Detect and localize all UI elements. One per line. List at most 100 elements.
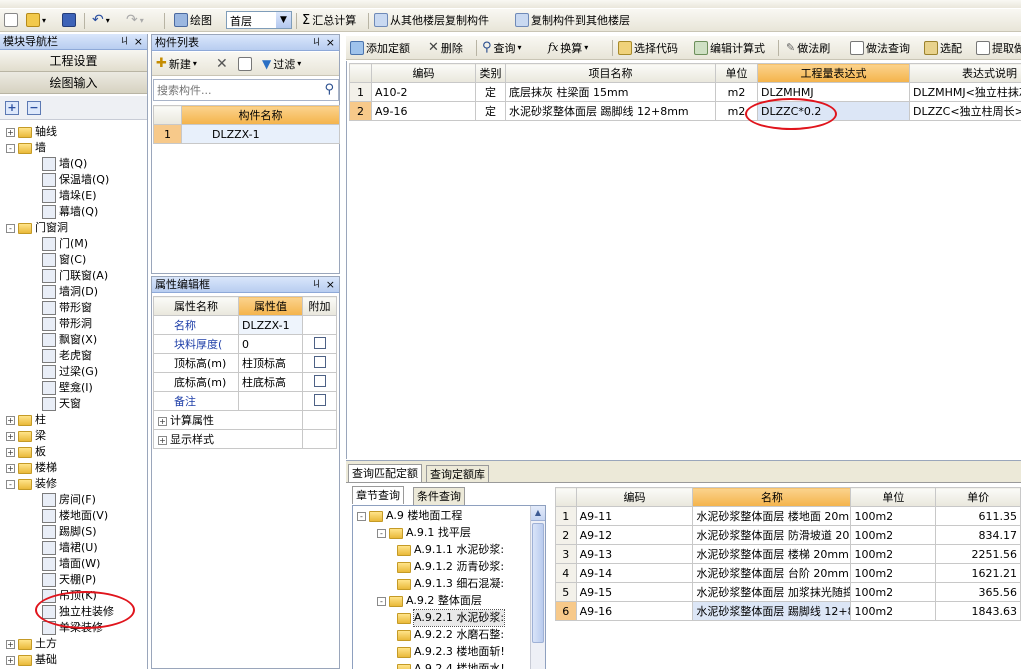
expand-icon[interactable]: + <box>6 463 15 473</box>
edit-formula-button[interactable]: 编辑计算式 <box>694 36 765 59</box>
collapse-icon[interactable]: - <box>6 479 15 489</box>
unit-cell[interactable]: 100m2 <box>850 582 937 602</box>
table-row[interactable]: 2A9-12水泥砂浆整体面层 防滑坡道 20mm100m2834.17 <box>555 525 1021 545</box>
pin-icon[interactable]: ㄐ <box>312 35 321 51</box>
table-row[interactable]: 5A9-15水泥砂浆整体面层 加浆抹光随捣随抹 5mm100m2365.56 <box>555 582 1021 602</box>
nav-tree-item[interactable]: 飘窗(X) <box>42 332 97 348</box>
search-icon[interactable]: ⚲ <box>324 82 334 97</box>
nav-tree-item[interactable]: 踢脚(S) <box>42 524 97 540</box>
name-cell[interactable]: 水泥砂浆整体面层 踢脚线 12+8mm <box>692 601 852 621</box>
copy-from-floor-button[interactable]: 从其他楼层复制构件 <box>374 9 489 31</box>
collapse-all-icon[interactable]: − <box>27 101 41 115</box>
nav-tree-item[interactable]: 墙垛(E) <box>42 188 97 204</box>
tab-condition-query[interactable]: 条件查询 <box>413 487 465 505</box>
nav-tree-item[interactable]: 带形洞 <box>42 316 92 332</box>
nav-tree-item[interactable]: + 柱 <box>6 412 46 428</box>
close-icon[interactable]: × <box>326 277 335 293</box>
property-value[interactable] <box>238 391 303 411</box>
nav-tree-item[interactable]: + 梁 <box>6 428 46 444</box>
nav-tree-item[interactable]: 窗(C) <box>42 252 86 268</box>
table-row[interactable]: 1 DLZZX-1 <box>153 124 340 144</box>
property-value[interactable]: DLZZX-1 <box>238 315 303 335</box>
price-cell[interactable]: 2251.56 <box>935 544 1021 564</box>
undo-button[interactable]: ↶ ▾ <box>92 9 110 31</box>
name-cell[interactable]: 水泥砂浆整体面层 楼梯 20mm <box>692 544 852 564</box>
property-row-bottom-elevation[interactable]: 底标高(m) 柱底标高 <box>153 372 337 392</box>
expand-icon[interactable]: + <box>6 447 15 457</box>
unit-cell[interactable]: 100m2 <box>850 563 937 583</box>
extract-method-button[interactable]: 提取做 <box>976 36 1021 59</box>
chapter-tree-item[interactable]: - A.9 楼地面工程 <box>357 508 462 524</box>
property-value[interactable]: 0 <box>238 334 303 354</box>
property-extra[interactable] <box>302 353 337 373</box>
pin-icon[interactable]: ㄐ <box>312 277 321 293</box>
chapter-tree-item[interactable]: A.9.2.3 楼地面斩! <box>397 644 505 660</box>
redo-button[interactable]: ↷ ▾ <box>126 9 144 31</box>
nav-tree-item[interactable]: + 土方 <box>6 636 57 652</box>
method-brush-button[interactable]: ✎ 做法刷 <box>786 36 830 59</box>
unit-cell[interactable]: 100m2 <box>850 601 937 621</box>
nav-tree-item[interactable]: 过梁(G) <box>42 364 98 380</box>
scroll-thumb[interactable] <box>532 523 544 643</box>
expand-icon[interactable]: + <box>6 431 15 441</box>
chapter-tree-item[interactable]: A.9.1.3 细石混凝: <box>397 576 504 592</box>
delete-quota-button[interactable]: ✕ 删除 <box>428 36 463 59</box>
price-cell[interactable]: 611.35 <box>935 506 1021 526</box>
nav-tree-item[interactable]: 墙洞(D) <box>42 284 98 300</box>
code-cell[interactable]: A9-13 <box>575 544 694 564</box>
collapse-icon[interactable]: - <box>377 596 386 606</box>
select-match-button[interactable]: 选配 <box>924 36 962 59</box>
nav-tree-item[interactable]: 门(M) <box>42 236 88 252</box>
nav-tree-item[interactable]: 墙面(W) <box>42 556 100 572</box>
name-cell[interactable]: 水泥砂浆整体面层 防滑坡道 20mm <box>692 525 852 545</box>
unit-cell[interactable]: 100m2 <box>850 525 937 545</box>
property-row-thickness[interactable]: 块料厚度( 0 <box>153 334 337 354</box>
convert-button[interactable]: fx 换算 ▾ <box>548 36 588 59</box>
chapter-tree-item[interactable]: - A.9.1 找平层 <box>377 525 471 541</box>
property-group-display[interactable]: + 显示样式 <box>153 429 337 449</box>
nav-tree-item[interactable]: 门联窗(A) <box>42 268 108 284</box>
price-cell[interactable]: 1621.21 <box>935 563 1021 583</box>
code-cell[interactable]: A9-11 <box>575 506 694 526</box>
type-cell[interactable]: 定 <box>475 82 506 102</box>
chapter-tree-item[interactable]: A.9.1.1 水泥砂浆: <box>397 542 504 558</box>
nav-tree-item[interactable]: 保温墙(Q) <box>42 172 109 188</box>
price-cell[interactable]: 365.56 <box>935 582 1021 602</box>
type-cell[interactable]: 定 <box>475 101 506 121</box>
unit-cell[interactable]: m2 <box>715 82 758 102</box>
sum-calc-button[interactable]: Σ 汇总计算 <box>302 9 356 31</box>
name-cell[interactable]: 水泥砂浆整体面层 楼地面 20mm <box>692 506 852 526</box>
property-value[interactable]: 柱底标高 <box>238 372 303 392</box>
property-extra[interactable] <box>302 334 337 354</box>
nav-tree-item[interactable]: 壁龛(I) <box>42 380 93 396</box>
code-cell[interactable]: A9-16 <box>371 101 476 121</box>
property-row-remark[interactable]: 备注 <box>153 391 337 411</box>
component-name-cell[interactable]: DLZZX-1 <box>181 124 340 144</box>
table-row[interactable]: 4 A9-14 水泥砂浆整体面层 台阶 20mm 100m2 1621.21 <box>555 563 1021 583</box>
item-name-cell[interactable]: 底层抹灰 柱梁面 15mm <box>505 82 716 102</box>
nav-tree-item[interactable]: + 基础 <box>6 652 57 668</box>
nav-tree-item[interactable]: 天棚(P) <box>42 572 96 588</box>
expand-all-icon[interactable]: + <box>5 101 19 115</box>
item-name-cell[interactable]: 水泥砂浆整体面层 踢脚线 12+8mm <box>505 101 716 121</box>
name-cell[interactable]: 水泥砂浆整体面层 台阶 20mm <box>692 563 852 583</box>
close-icon[interactable]: × <box>326 35 335 51</box>
table-row[interactable]: 6A9-16水泥砂浆整体面层 踢脚线 12+8mm100m21843.63 <box>555 601 1021 621</box>
open-file-button[interactable]: ▾ <box>26 9 46 31</box>
copy-component-button[interactable] <box>238 52 252 75</box>
collapse-icon[interactable]: - <box>357 511 366 521</box>
select-code-button[interactable]: 选择代码 <box>618 36 678 59</box>
nav-tree-item[interactable]: -墙 <box>6 140 46 156</box>
price-cell[interactable]: 1843.63 <box>935 601 1021 621</box>
table-row[interactable]: 3 A9-13 水泥砂浆整体面层 楼梯 20mm 100m2 2251.56 <box>555 544 1021 564</box>
property-row-name[interactable]: 名称 DLZZX-1 <box>153 315 337 335</box>
chapter-tree-item[interactable]: - A.9.2 整体面层 <box>377 593 482 609</box>
collapse-icon[interactable]: - <box>377 528 386 538</box>
nav-tree-item[interactable]: - 装修 <box>6 476 57 492</box>
delete-component-button[interactable]: ✕ <box>216 52 228 75</box>
expand-icon[interactable]: + <box>158 417 167 426</box>
code-cell[interactable]: A9-16 <box>575 601 694 621</box>
expand-icon[interactable]: + <box>6 127 15 137</box>
scroll-up-icon[interactable]: ▲ <box>531 506 545 521</box>
extra-checkbox[interactable] <box>313 336 326 349</box>
